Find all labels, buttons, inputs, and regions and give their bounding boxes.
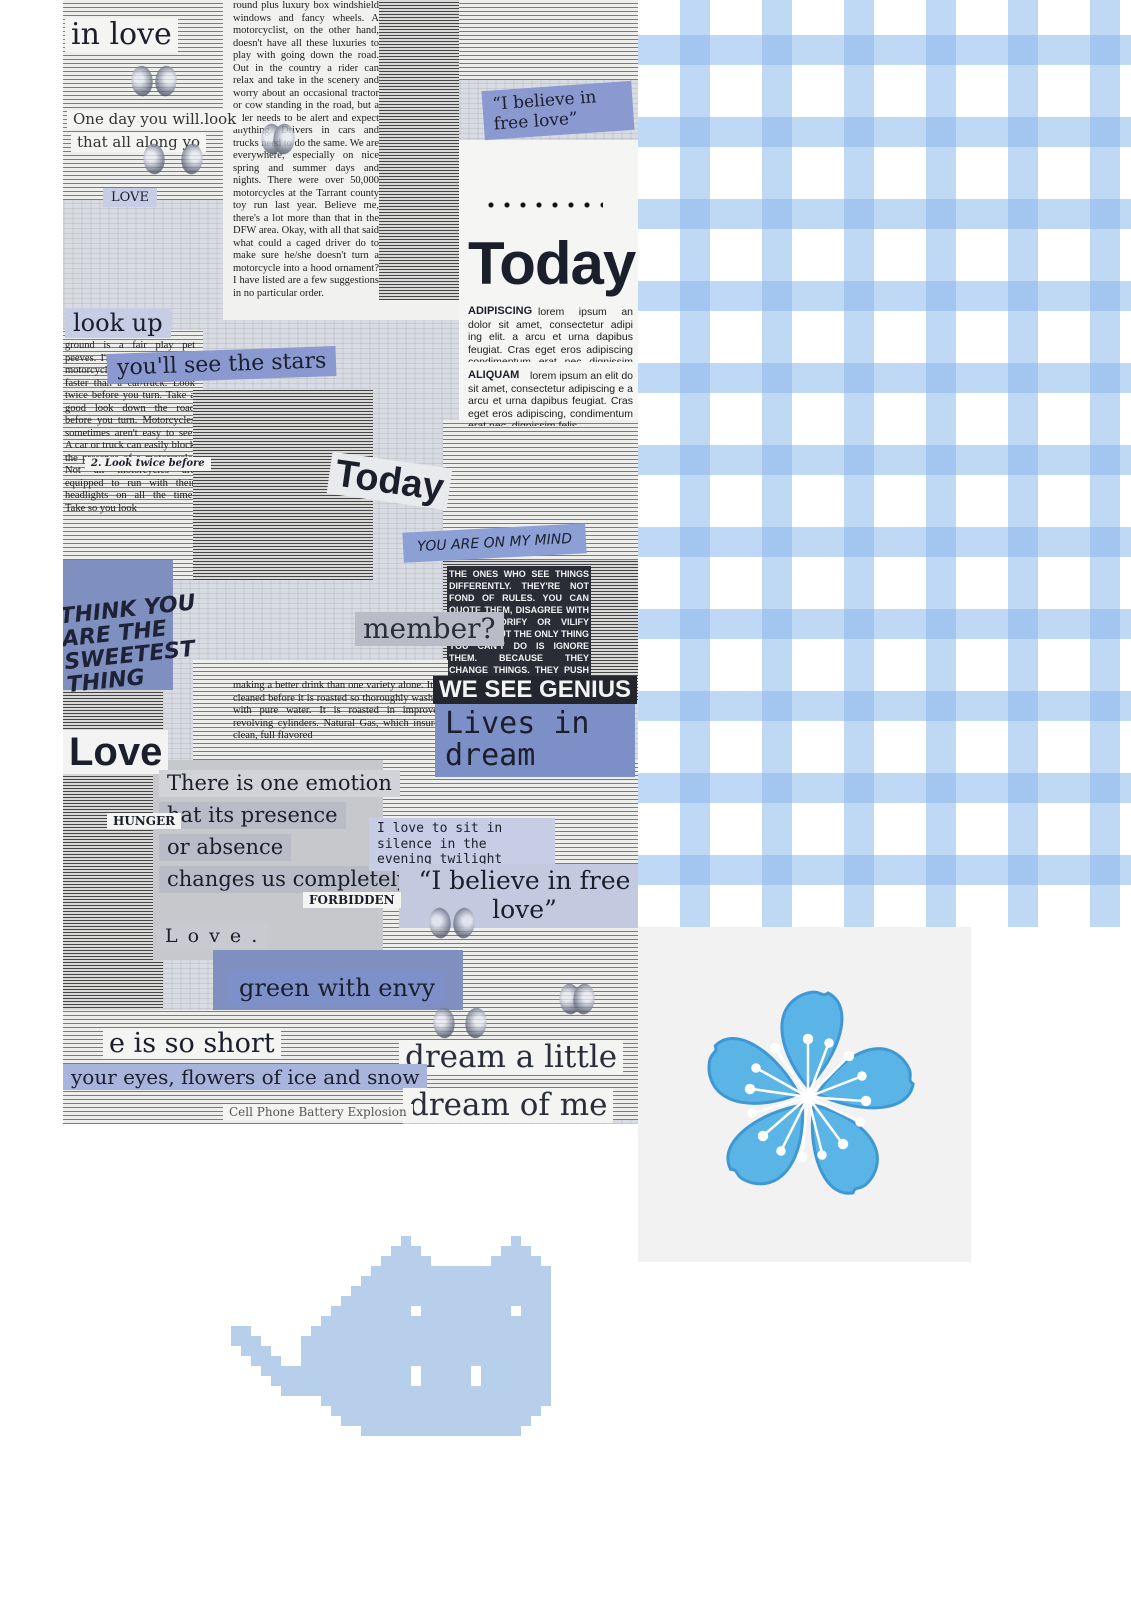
slip-is-so-short: e is so short (103, 1028, 281, 1059)
slip-one-day: One day you will.look (67, 110, 243, 129)
slip-remember: member? (355, 612, 504, 646)
slip-sweetest-thing: THINK YOU ARE THE SWEETEST THING (63, 590, 197, 699)
stars-strip (483, 200, 603, 210)
article-column: round plus luxury box windshield windows… (233, 0, 379, 299)
slip-look-up: look up (65, 308, 171, 338)
flower-card (638, 927, 971, 1262)
slip-believe-top: “I believe in free love” (481, 80, 635, 140)
slip-dream-of-me: dream of me (403, 1088, 614, 1123)
newsprint-block (459, 0, 638, 80)
ipsum-paragraph: lorem ipsum an dolor sit amet, consectet… (468, 306, 633, 362)
butterfly-icon (261, 120, 295, 150)
slip-we-see-genius: WE SEE GENIUS (433, 676, 638, 704)
ipsum-paragraph: lorem ipsum an elit do sit amet, consect… (468, 370, 633, 426)
butterfly-icon (131, 62, 177, 102)
slip-lives-in-dream: Lives in dream (435, 704, 635, 777)
butterfly-icon (433, 1004, 487, 1050)
slip-in-love: in love (65, 18, 178, 52)
pixel-cat-icon (231, 1236, 551, 1436)
article-column: making a better drink than one variety a… (233, 680, 443, 741)
slip-today-large: Today (468, 230, 636, 297)
slip-presence: hat its presence (159, 802, 346, 829)
newspaper-collage: round plus luxury box windshield windows… (63, 0, 638, 1124)
butterfly-icon (429, 904, 475, 944)
slip-forbidden: FORBIDDEN (303, 892, 401, 908)
butterfly-icon (559, 980, 595, 1010)
slip-absence: or absence (159, 834, 292, 861)
slip-love-large: Love (63, 730, 169, 774)
slip-alone-in-silence: I love to sit in silence in the evening … (369, 818, 555, 871)
slip-hunger: HUNGER (107, 813, 182, 829)
slip-flowers-of-ice: your eyes, flowers of ice and snow (63, 1064, 428, 1090)
slip-love-dots: L o v e . (157, 924, 268, 949)
blossom-icon (707, 990, 915, 1195)
slip-green-with-envy: green with envy (229, 972, 446, 1004)
newsprint-block (379, 0, 459, 300)
blue-gingham-pattern (638, 0, 1131, 927)
slip-look-twice: 2. Look twice before (85, 457, 211, 471)
butterfly-icon (143, 140, 203, 192)
slip-cell-phone: Cell Phone Battery Explosion (223, 1104, 413, 1120)
slip-one-emotion: There is one emotion (159, 770, 400, 797)
